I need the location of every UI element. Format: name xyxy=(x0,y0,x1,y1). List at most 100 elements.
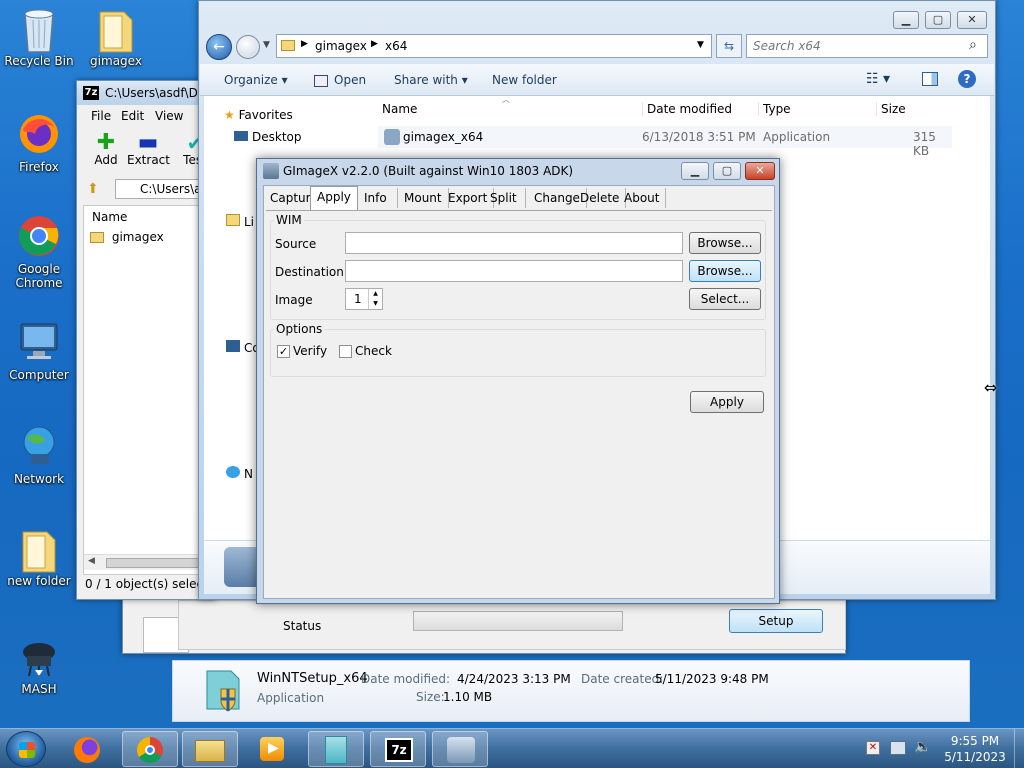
application-setup-icon xyxy=(203,667,243,716)
nav-libraries-label: Li xyxy=(244,215,255,229)
column-header-type[interactable]: Type xyxy=(758,102,791,116)
column-header-size[interactable]: Size xyxy=(876,102,906,116)
menu-file[interactable]: File xyxy=(91,109,111,123)
column-header-modified[interactable]: Date modified xyxy=(642,102,732,116)
tray-action-center-icon[interactable]: ✕ xyxy=(866,741,880,755)
select-image-button[interactable]: Select... xyxy=(689,288,761,310)
spin-up-icon[interactable]: ▲ xyxy=(368,289,382,299)
taskbar-firefox[interactable] xyxy=(60,731,116,767)
search-placeholder: Search x64 xyxy=(753,39,821,53)
add-button[interactable]: ✚ Add xyxy=(89,132,123,168)
share-with-menu[interactable]: Share with ▾ xyxy=(394,73,468,87)
taskbar-chrome[interactable] xyxy=(122,731,178,767)
open-button[interactable]: Open xyxy=(314,73,366,87)
desktop-icon-mash[interactable]: MASH xyxy=(1,638,77,696)
forward-button[interactable] xyxy=(236,35,260,59)
apply-button[interactable]: Apply xyxy=(690,391,764,413)
tab-split[interactable]: Split xyxy=(484,188,526,208)
maximize-button[interactable]: ▢ xyxy=(713,162,741,180)
nav-network[interactable]: N xyxy=(226,466,253,481)
taskbar-winntsetup[interactable] xyxy=(308,731,364,767)
desktop-icon-label: gimagex xyxy=(90,54,142,68)
menu-view[interactable]: View xyxy=(155,109,183,123)
column-header-name[interactable]: Name xyxy=(382,102,417,116)
search-input[interactable]: Search x64 ⌕ xyxy=(746,34,988,58)
close-button[interactable]: ✕ xyxy=(957,11,987,29)
nav-libraries[interactable]: Li xyxy=(226,214,254,229)
preview-pane-icon[interactable] xyxy=(922,72,938,86)
firefox-icon xyxy=(17,112,61,156)
source-field[interactable] xyxy=(345,232,683,254)
desktop-icon-recycle-bin[interactable]: Recycle Bin xyxy=(1,6,77,68)
taskbar-media-player[interactable]: ▶ xyxy=(244,731,300,767)
help-icon[interactable]: ? xyxy=(958,70,976,88)
up-folder-icon[interactable]: ⬆ xyxy=(87,181,103,197)
tray-network-icon[interactable] xyxy=(890,741,906,755)
nav-computer[interactable]: Co xyxy=(226,340,260,355)
menu-edit[interactable]: Edit xyxy=(121,109,144,123)
destination-browse-button[interactable]: Browse... xyxy=(689,260,761,282)
scroll-left-icon[interactable]: ◀ xyxy=(88,556,95,566)
taskbar-gimagex[interactable] xyxy=(432,731,488,767)
minimize-button[interactable]: ▁ xyxy=(893,11,919,29)
address-bar[interactable]: ▶ gimagex ▶ x64 ▼ xyxy=(276,34,712,58)
taskbar-7zip[interactable]: 7z xyxy=(370,731,426,767)
detail-size-value: 1.10 MB xyxy=(443,690,493,704)
history-dropdown-icon[interactable]: ▼ xyxy=(263,40,270,50)
list-item[interactable]: gimagex xyxy=(90,230,164,244)
horizontal-scrollbar[interactable]: ◀ xyxy=(84,554,214,570)
desktop-icon-label: Firefox xyxy=(19,160,59,174)
breadcrumb-chevron-icon[interactable]: ▶ xyxy=(371,39,378,49)
show-desktop-button[interactable] xyxy=(1014,729,1024,768)
tab-info[interactable]: Info xyxy=(358,188,398,208)
desktop-icon-firefox[interactable]: Firefox xyxy=(1,112,77,174)
sevenzip-status: 0 / 1 object(s) selecte xyxy=(85,577,216,591)
file-row[interactable]: gimagex_x64 6/13/2018 3:51 PM Applicatio… xyxy=(378,126,952,158)
breadcrumb-chevron-icon[interactable]: ▶ xyxy=(301,39,308,49)
view-options-icon[interactable]: ☷ ▾ xyxy=(866,71,890,87)
minimize-button[interactable]: ▁ xyxy=(681,162,709,180)
tab-about[interactable]: About xyxy=(618,188,667,208)
windows-logo-icon xyxy=(19,742,35,758)
desktop-icon-new-folder[interactable]: new folder xyxy=(1,526,77,588)
detail-modified-label: Date modified: xyxy=(361,672,451,686)
source-browse-button[interactable]: Browse... xyxy=(689,232,761,254)
refresh-button[interactable]: ⇆ xyxy=(716,34,742,58)
destination-field[interactable] xyxy=(345,260,683,282)
maximize-button[interactable]: ▢ xyxy=(925,11,951,29)
close-button[interactable]: ✕ xyxy=(745,162,775,180)
sevenzip-window: 7z C:\Users\asdf\Do File Edit View ✚ Add… xyxy=(76,80,216,600)
desktop-icon-gimagex-folder[interactable]: gimagex xyxy=(78,6,154,68)
extract-button[interactable]: ▬ Extract xyxy=(127,132,170,168)
detail-created-label: Date created: xyxy=(581,672,664,686)
spin-down-icon[interactable]: ▼ xyxy=(368,299,382,309)
close-icon: ✕ xyxy=(755,164,765,177)
gimagex-titlebar[interactable]: GImageX v2.2.0 (Built against Win10 1803… xyxy=(257,159,779,183)
gimagex-dialog: GImageX v2.2.0 (Built against Win10 1803… xyxy=(256,158,780,604)
desktop-icon-network[interactable]: Network xyxy=(1,424,77,486)
setup-button[interactable]: Setup xyxy=(729,609,823,633)
folder-icon xyxy=(281,40,295,51)
organize-menu[interactable]: Organize ▾ xyxy=(224,73,288,87)
desktop-icon-computer[interactable]: Computer xyxy=(1,320,77,382)
maximize-icon: ▢ xyxy=(932,13,944,26)
address-dropdown-icon[interactable]: ▼ xyxy=(697,40,704,50)
tray-volume-icon[interactable]: 🔈 xyxy=(914,739,931,755)
maximize-icon: ▢ xyxy=(721,164,733,177)
start-button[interactable] xyxy=(6,731,46,767)
nav-favorites[interactable]: ★ Favorites xyxy=(224,108,293,122)
image-spinner[interactable]: 1 ▲ ▼ xyxy=(345,288,383,310)
search-icon[interactable]: ⌕ xyxy=(969,37,977,53)
sevenzip-titlebar[interactable]: 7z C:\Users\asdf\Do xyxy=(77,81,215,105)
clock[interactable]: 9:55 PM 5/11/2023 xyxy=(940,733,1010,765)
desktop-icon-chrome[interactable]: Google Chrome xyxy=(1,214,77,290)
taskbar-explorer[interactable] xyxy=(182,731,238,767)
minimize-icon: ▁ xyxy=(901,13,911,26)
column-header-name[interactable]: Name xyxy=(92,210,127,224)
back-button[interactable]: ← xyxy=(206,34,232,60)
new-folder-button[interactable]: New folder xyxy=(492,73,557,87)
breadcrumb-x64[interactable]: x64 xyxy=(385,39,407,53)
breadcrumb-gimagex[interactable]: gimagex xyxy=(315,39,367,53)
tab-apply[interactable]: Apply xyxy=(310,186,358,210)
nav-desktop[interactable]: Desktop xyxy=(234,130,302,144)
